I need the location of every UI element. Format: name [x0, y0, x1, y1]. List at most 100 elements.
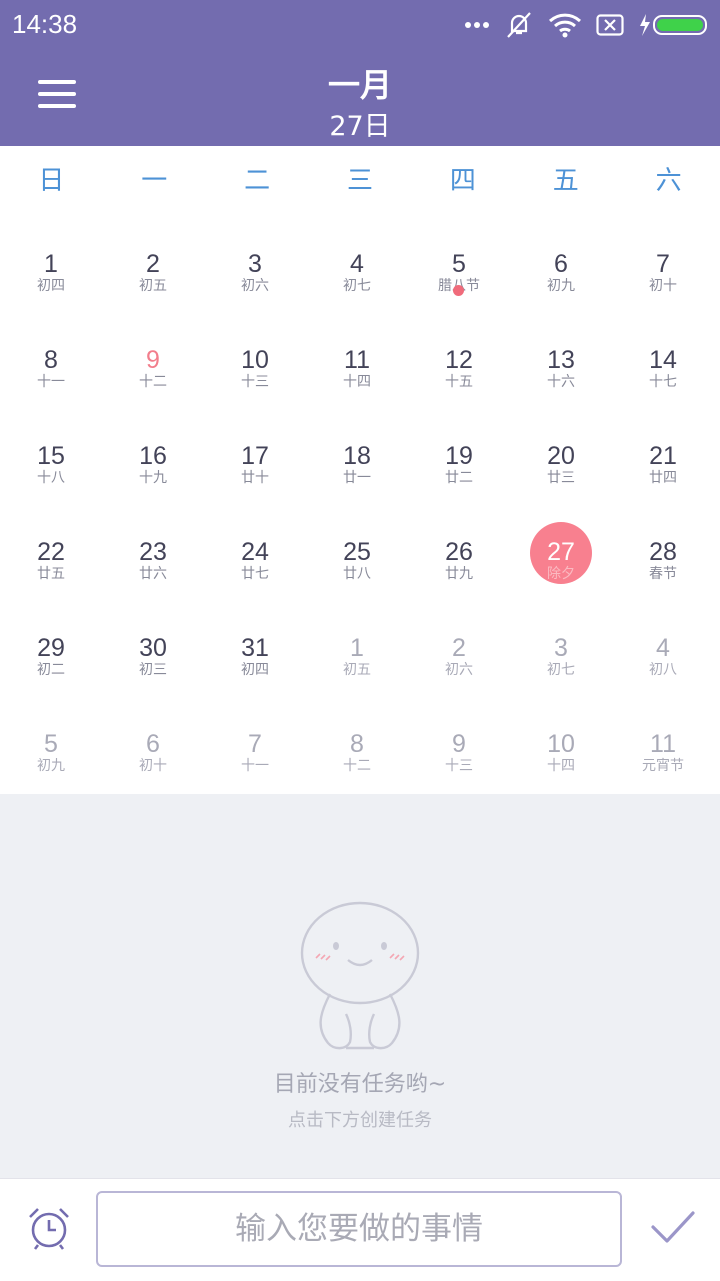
lunar-date: 初二: [37, 662, 65, 678]
calendar-day[interactable]: 7 十一: [204, 696, 306, 792]
calendar-day[interactable]: 18 廿一: [306, 408, 408, 504]
calendar-day[interactable]: 20 廿三: [510, 408, 612, 504]
lunar-date: 初九: [37, 758, 65, 774]
calendar-day[interactable]: 3 初六: [204, 216, 306, 312]
lunar-date: 十五: [445, 374, 473, 390]
calendar-day[interactable]: 2 初五: [102, 216, 204, 312]
calendar-day[interactable]: 28 春节: [612, 504, 714, 600]
calendar-day[interactable]: 15 十八: [0, 408, 102, 504]
more-dots-icon: [465, 22, 489, 28]
calendar-day[interactable]: 13 十六: [510, 312, 612, 408]
alarm-clock-icon[interactable]: [26, 1205, 72, 1251]
calendar-day[interactable]: 31 初四: [204, 600, 306, 696]
calendar-day[interactable]: 8 十二: [306, 696, 408, 792]
checkmark-icon[interactable]: [650, 1207, 696, 1247]
no-sim-icon: [596, 14, 624, 36]
lunar-date: 廿十: [241, 470, 269, 486]
calendar-day[interactable]: 3 初七: [510, 600, 612, 696]
calendar-day[interactable]: 5 初九: [0, 696, 102, 792]
weekday-label: 二: [244, 166, 271, 196]
empty-state-subtitle: 点击下方创建任务: [288, 1110, 432, 1131]
task-input[interactable]: [96, 1191, 622, 1267]
calendar-day[interactable]: 6 初九: [510, 216, 612, 312]
day-number: 11: [650, 730, 676, 758]
task-empty-state: 目前没有任务哟~ 点击下方创建任务: [0, 794, 720, 1178]
calendar-day[interactable]: 30 初三: [102, 600, 204, 696]
lunar-date: 廿五: [37, 566, 65, 582]
calendar-day[interactable]: 1 初五: [306, 600, 408, 696]
app-header: 14:38 一月 27日: [0, 0, 720, 146]
calendar-day[interactable]: 4 初八: [612, 600, 714, 696]
day-number: 9: [452, 730, 466, 758]
calendar-day[interactable]: 16 十九: [102, 408, 204, 504]
calendar-day[interactable]: 4 初七: [306, 216, 408, 312]
calendar-day[interactable]: 2 初六: [408, 600, 510, 696]
day-number: 8: [44, 346, 58, 374]
lunar-date: 除夕: [547, 566, 575, 582]
day-number: 22: [37, 538, 65, 566]
calendar-day[interactable]: 5腊八节: [408, 216, 510, 312]
calendar-day[interactable]: 7 初十: [612, 216, 714, 312]
calendar-day[interactable]: 26 廿九: [408, 504, 510, 600]
day-number: 26: [445, 538, 473, 566]
calendar-day[interactable]: 6 初十: [102, 696, 204, 792]
weekday-label: 日: [38, 166, 65, 196]
calendar-day[interactable]: 10 十三: [204, 312, 306, 408]
calendar-day[interactable]: 1 初四: [0, 216, 102, 312]
day-number: 23: [139, 538, 167, 566]
status-time: 14:38: [12, 9, 78, 39]
day-number: 27: [547, 538, 575, 566]
lunar-date: 十二: [343, 758, 371, 774]
calendar-day[interactable]: 19 廿二: [408, 408, 510, 504]
day-number: 7: [248, 730, 262, 758]
calendar-day[interactable]: 24 廿七: [204, 504, 306, 600]
day-number: 15: [37, 442, 65, 470]
day-number: 6: [554, 250, 568, 278]
calendar-day[interactable]: 14 十七: [612, 312, 714, 408]
calendar-day[interactable]: 17 廿十: [204, 408, 306, 504]
lunar-date: 十四: [343, 374, 371, 390]
lunar-date: 初六: [241, 278, 269, 294]
day-number: 30: [139, 634, 167, 662]
lunar-date: 十一: [37, 374, 65, 390]
lunar-date: 初四: [37, 278, 65, 294]
battery-charging-icon: [640, 14, 707, 36]
day-number: 2: [146, 250, 160, 278]
day-number: 19: [445, 442, 473, 470]
calendar-day[interactable]: 9 十二: [102, 312, 204, 408]
calendar-grid: 1初四2初五3初六4初七5腊八节6初九7初十8十一9十二10十三11十四12十五…: [0, 216, 720, 794]
day-number: 25: [343, 538, 371, 566]
day-number: 16: [139, 442, 167, 470]
calendar-day[interactable]: 9 十三: [408, 696, 510, 792]
weekday-row: 日 一 二 三 四 五 六: [0, 146, 720, 216]
lunar-date: 廿四: [649, 470, 677, 486]
calendar-day[interactable]: 12 十五: [408, 312, 510, 408]
lunar-date: 十八: [37, 470, 65, 486]
lunar-date: 廿一: [343, 470, 371, 486]
lunar-date: 初八: [649, 662, 677, 678]
calendar-day[interactable]: 29 初二: [0, 600, 102, 696]
day-number: 5: [44, 730, 58, 758]
calendar-day-today[interactable]: 27 除夕: [510, 504, 612, 600]
day-number: 31: [241, 634, 269, 662]
calendar-day[interactable]: 23 廿六: [102, 504, 204, 600]
lunar-date: 十三: [241, 374, 269, 390]
empty-state-title: 目前没有任务哟~: [273, 1072, 447, 1097]
calendar-day[interactable]: 25 廿八: [306, 504, 408, 600]
event-dot: [453, 285, 464, 296]
calendar-day[interactable]: 22 廿五: [0, 504, 102, 600]
calendar-day[interactable]: 21 廿四: [612, 408, 714, 504]
mascot-illustration: [300, 901, 420, 1050]
weekday-label: 三: [347, 166, 374, 196]
lunar-date: 初六: [445, 662, 473, 678]
header-day: 27日: [329, 111, 391, 142]
calendar-day[interactable]: 11 元宵节: [612, 696, 714, 792]
calendar-day[interactable]: 8 十一: [0, 312, 102, 408]
lunar-date: 初七: [343, 278, 371, 294]
lunar-date: 廿七: [241, 566, 269, 582]
lunar-date: 初四: [241, 662, 269, 678]
calendar-day[interactable]: 10 十四: [510, 696, 612, 792]
day-number: 20: [547, 442, 575, 470]
calendar-day[interactable]: 11 十四: [306, 312, 408, 408]
day-number: 4: [350, 250, 364, 278]
